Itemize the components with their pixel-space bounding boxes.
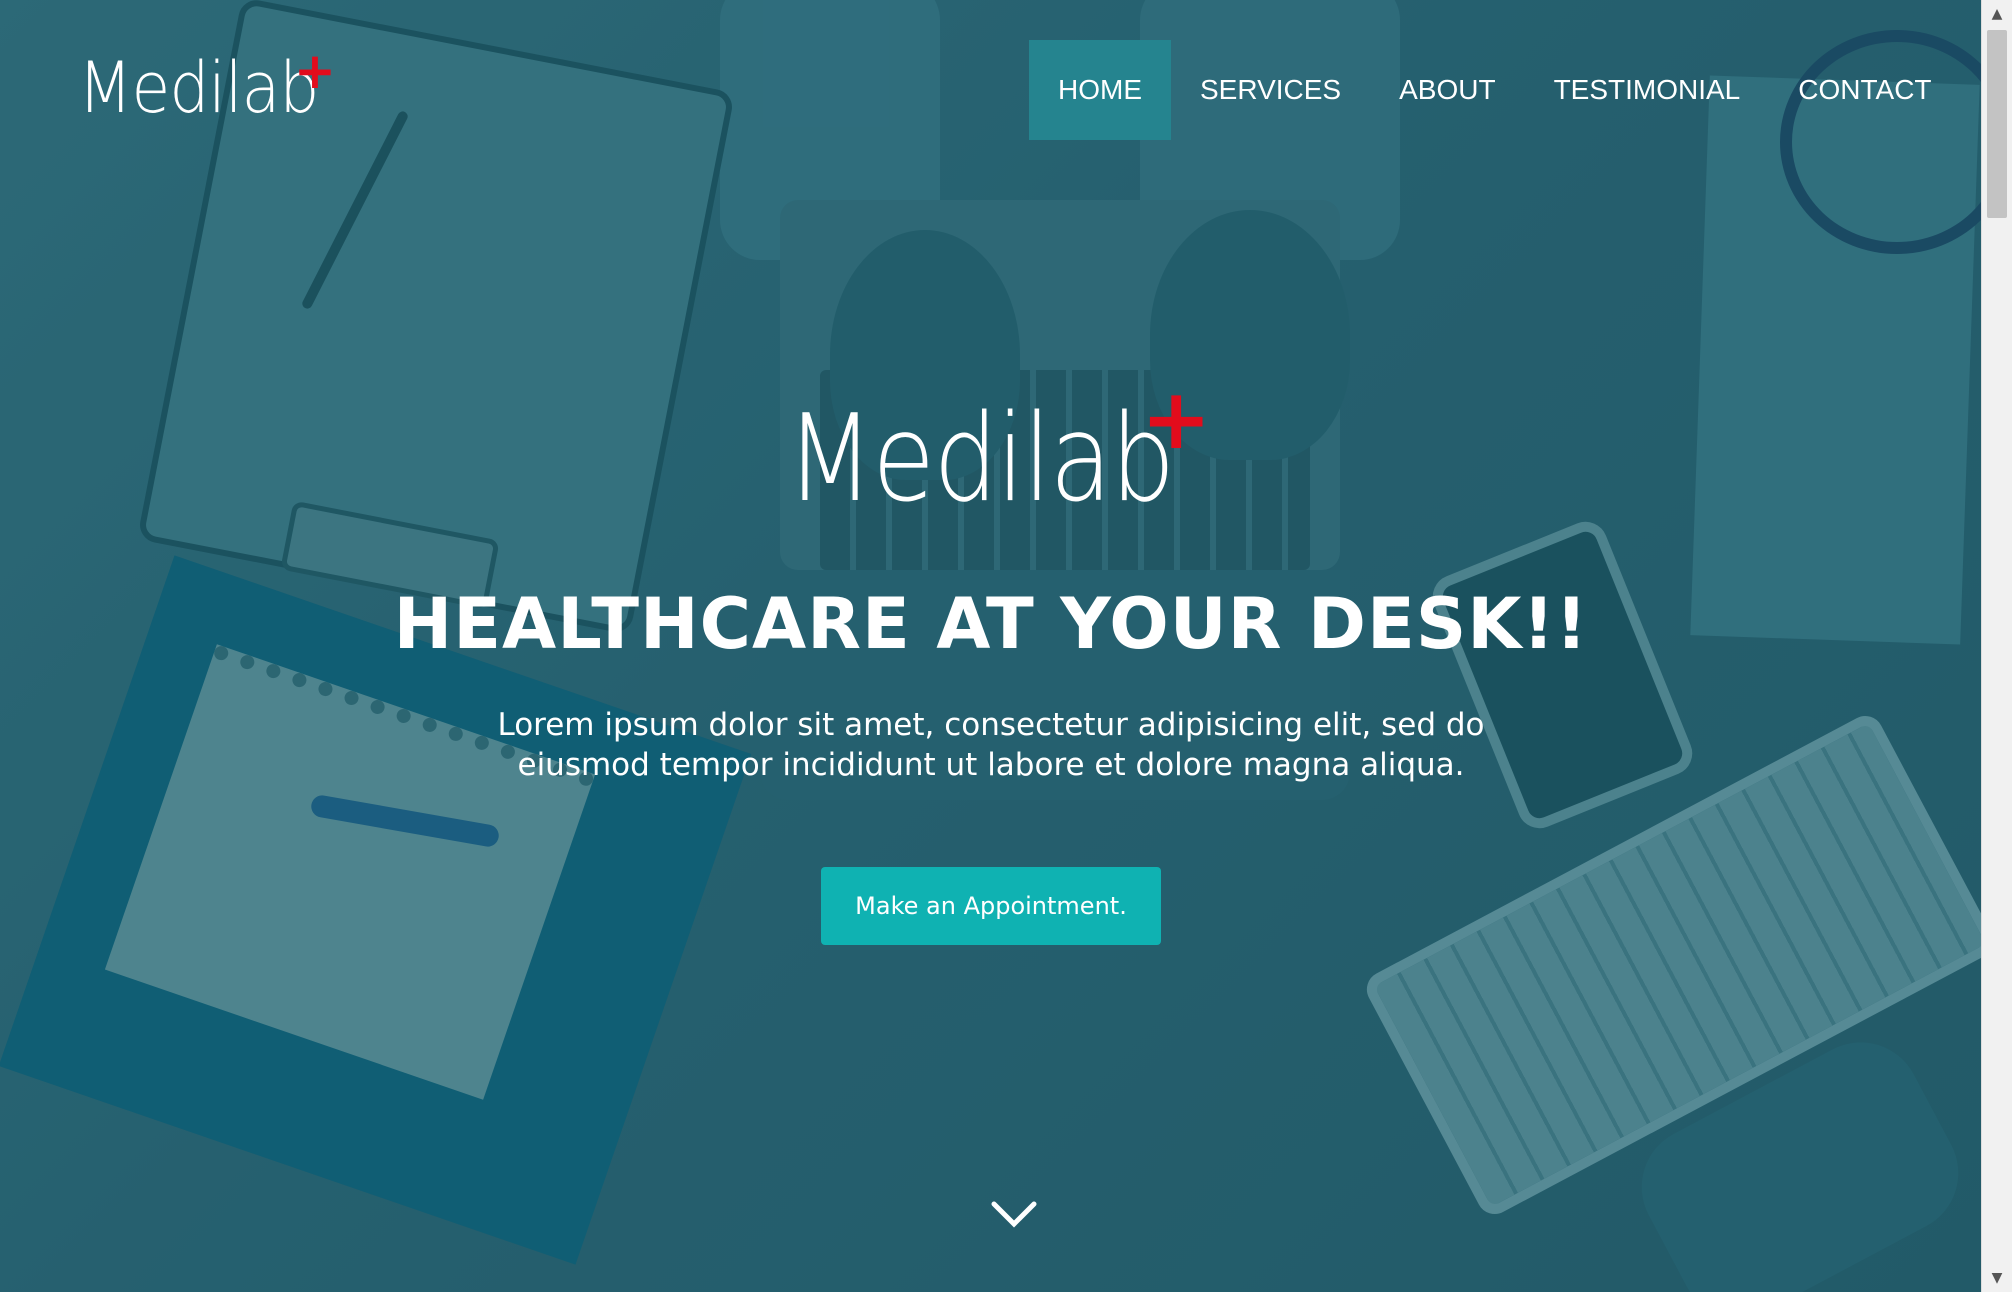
nav-item-home[interactable]: HOME: [1029, 40, 1171, 140]
scroll-down-arrow-icon[interactable]: ▼: [1982, 1264, 2012, 1292]
nav-item-contact[interactable]: CONTACT: [1769, 40, 1960, 140]
hero-description: Lorem ipsum dolor sit amet, consectetur …: [497, 707, 1485, 783]
hero-title: HEALTHCARE AT YOUR DESK!!: [393, 583, 1589, 665]
logo-plus-icon: +: [294, 42, 336, 100]
nav-item-testimonial[interactable]: TESTIMONIAL: [1525, 40, 1770, 140]
hero-logo-text: Medilab: [786, 390, 1175, 529]
page-scrollbar[interactable]: ▲ ▼: [1981, 0, 2012, 1292]
scroll-up-arrow-icon[interactable]: ▲: [1982, 0, 2012, 28]
header-logo[interactable]: Medilab +: [78, 42, 345, 129]
main-nav: HOME SERVICES ABOUT TESTIMONIAL CONTACT: [1029, 40, 1961, 140]
hero-logo: Medilab +: [786, 377, 1211, 529]
hero-logo-plus-icon: +: [1141, 370, 1212, 468]
make-appointment-button[interactable]: Make an Appointment.: [821, 867, 1161, 945]
scroll-thumb[interactable]: [1987, 30, 2007, 218]
logo-text: Medilab: [78, 47, 319, 129]
chevron-down-icon[interactable]: [990, 1196, 1038, 1236]
nav-item-about[interactable]: ABOUT: [1370, 40, 1524, 140]
nav-item-services[interactable]: SERVICES: [1171, 40, 1370, 140]
